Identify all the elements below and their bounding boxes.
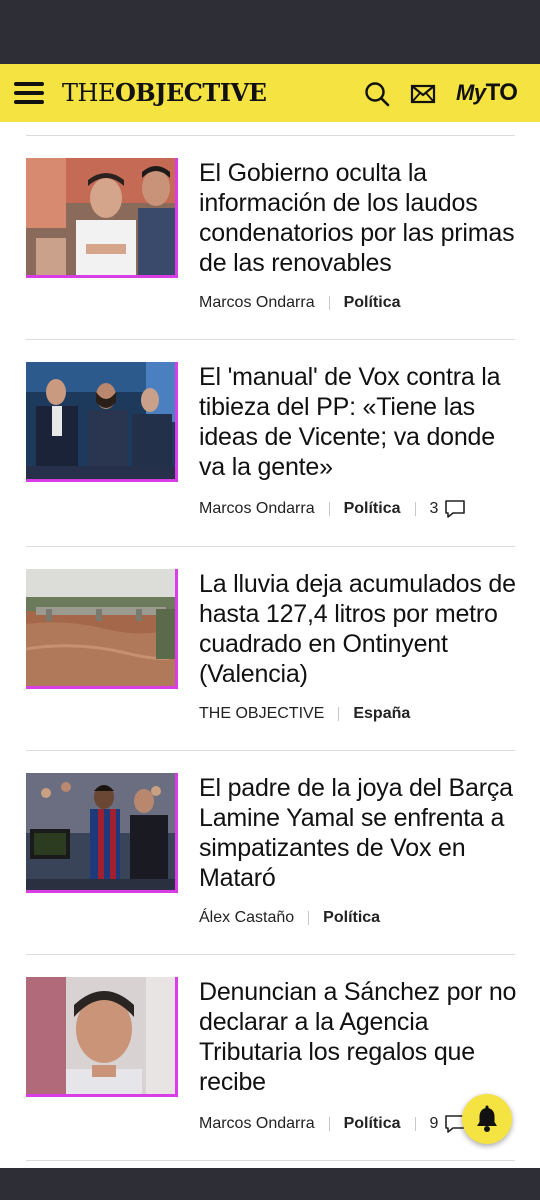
article-meta: THE OBJECTIVE España — [199, 703, 410, 725]
article-card: El 'manual' de Vox contra la tibieza del… — [26, 362, 515, 522]
article-title[interactable]: El padre de la joya del Barça Lamine Yam… — [199, 773, 519, 893]
search-icon[interactable] — [363, 80, 391, 108]
article-section[interactable]: Política — [323, 909, 380, 927]
article-meta: Marcos Ondarra Política — [199, 292, 401, 314]
menu-icon[interactable] — [14, 80, 46, 106]
article-title[interactable]: El Gobierno oculta la información de los… — [199, 158, 519, 278]
comments-link[interactable]: 3 — [430, 499, 467, 519]
article-thumbnail[interactable] — [26, 362, 178, 482]
article-title[interactable]: El 'manual' de Vox contra la tibieza del… — [199, 362, 519, 482]
article-section[interactable]: Política — [344, 1115, 401, 1133]
meta-separator — [328, 502, 330, 516]
article-meta: Marcos Ondarra Política 9 — [199, 1113, 466, 1135]
divider — [26, 546, 515, 547]
article-card: El padre de la joya del Barça Lamine Yam… — [26, 773, 515, 933]
logo-objective: OBJECTIVE — [114, 78, 267, 107]
divider — [26, 1160, 515, 1161]
meta-separator — [308, 911, 310, 925]
article-thumbnail[interactable] — [26, 569, 178, 689]
article-thumbnail[interactable] — [26, 773, 178, 893]
meta-separator — [414, 502, 416, 516]
site-header: THEOBJECTIVE MyTO — [0, 64, 540, 122]
divider — [26, 750, 515, 751]
divider — [26, 339, 515, 340]
site-logo[interactable]: THEOBJECTIVE — [62, 78, 267, 108]
article-section[interactable]: Política — [344, 500, 401, 518]
comment-count: 3 — [429, 500, 439, 517]
divider — [26, 135, 515, 136]
article-thumbnail[interactable] — [26, 977, 178, 1097]
article-author[interactable]: Marcos Ondarra — [199, 294, 315, 312]
navigation-bar — [0, 1168, 540, 1200]
article-title[interactable]: Denuncian a Sánchez por no declarar a la… — [199, 977, 519, 1097]
comment-icon — [445, 500, 466, 518]
article-section[interactable]: Política — [344, 294, 401, 312]
meta-separator — [414, 1117, 416, 1131]
article-author[interactable]: Álex Castaño — [199, 909, 294, 927]
comment-count: 9 — [429, 1115, 439, 1132]
article-card: El Gobierno oculta la información de los… — [26, 158, 515, 318]
article-card: La lluvia deja acumulados de hasta 127,4… — [26, 569, 516, 729]
article-author[interactable]: Marcos Ondarra — [199, 500, 315, 518]
notification-bell-button[interactable] — [462, 1094, 512, 1144]
article-thumbnail[interactable] — [26, 158, 178, 278]
article-meta: Marcos Ondarra Política 3 — [199, 498, 466, 520]
meta-separator — [328, 296, 330, 310]
divider — [26, 954, 515, 955]
meta-separator — [338, 707, 340, 721]
myto-button[interactable]: MyTO — [456, 78, 518, 108]
status-bar — [0, 0, 540, 64]
article-card: Denuncian a Sánchez por no declarar a la… — [26, 977, 516, 1147]
article-meta: Álex Castaño Política — [199, 907, 380, 929]
mail-icon[interactable] — [409, 80, 437, 108]
article-author[interactable]: Marcos Ondarra — [199, 1115, 315, 1133]
myto-my: My — [456, 80, 486, 105]
article-author[interactable]: THE OBJECTIVE — [199, 705, 324, 723]
article-section[interactable]: España — [353, 705, 410, 723]
logo-the: THE — [62, 79, 115, 107]
meta-separator — [328, 1117, 330, 1131]
bell-icon — [477, 1105, 497, 1132]
comments-link[interactable]: 9 — [430, 1114, 467, 1134]
article-title[interactable]: La lluvia deja acumulados de hasta 127,4… — [199, 569, 519, 689]
myto-to: TO — [485, 79, 518, 106]
